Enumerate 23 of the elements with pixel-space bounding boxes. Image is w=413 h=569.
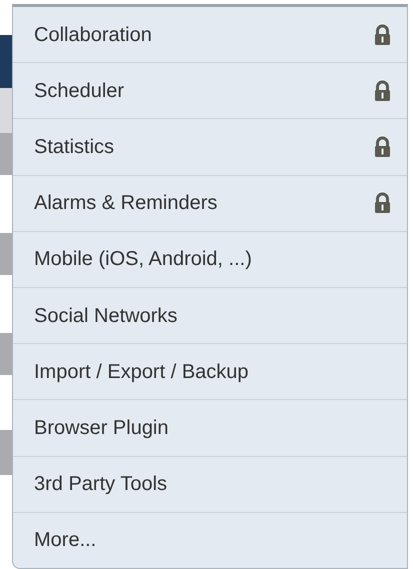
menu-item[interactable]: Scheduler [13,63,407,120]
menu-item-label: Import / Export / Backup [34,360,249,385]
background-band [0,333,12,375]
menu-item[interactable]: Social Networks [13,288,407,344]
menu-item[interactable]: Statistics [13,119,407,176]
menu-item[interactable]: Import / Export / Backup [13,344,407,400]
menu-item[interactable]: Browser Plugin [13,400,407,457]
background-band [0,430,12,475]
menu-item-label: Mobile (iOS, Android, ...) [34,247,252,272]
menu-item[interactable]: Collaboration [13,7,407,64]
menu-item-label: Statistics [34,135,114,160]
menu-item[interactable]: Alarms & Reminders [13,176,407,232]
menu-item-label: More... [34,528,96,554]
menu-item-label: Social Networks [34,304,178,329]
menu-item-label: Browser Plugin [34,416,169,442]
menu-item-label: 3rd Party Tools [34,472,168,498]
menu-item[interactable]: 3rd Party Tools [13,456,407,513]
menu-item-label: Scheduler [34,78,124,104]
menu-item-label: Collaboration [34,22,152,48]
menu-item[interactable]: Mobile (iOS, Android, ...) [13,232,407,288]
background-band [0,233,12,275]
menu-item-label: Alarms & Reminders [34,191,218,216]
menu-item[interactable]: More... [13,512,407,568]
